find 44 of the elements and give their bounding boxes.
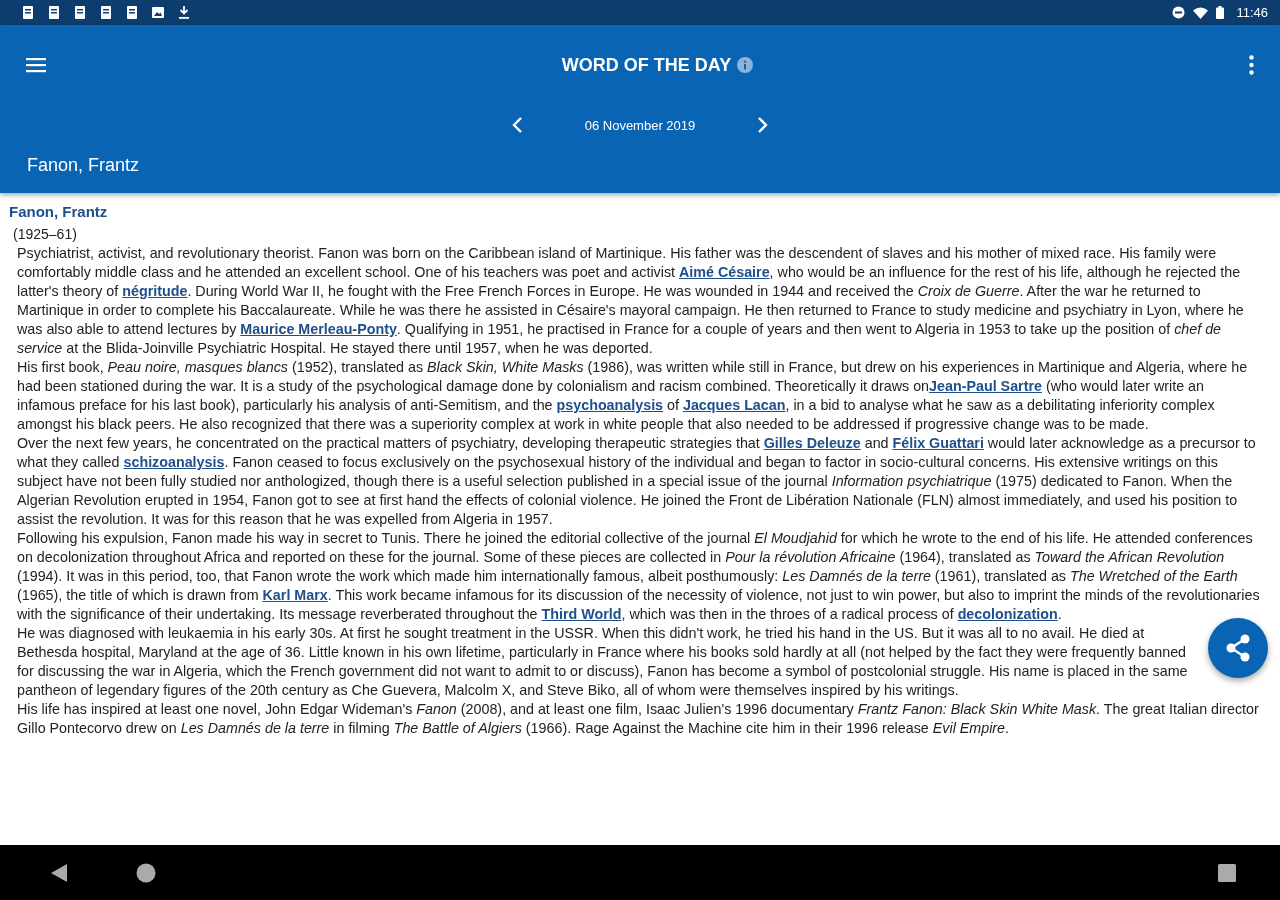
headword-link[interactable]: Fanon, Frantz bbox=[9, 203, 108, 220]
paragraph: He was diagnosed with leukaemia in his early 30s. At first he sought treatment in the USSR. When this didn't work, he tried his hand in the US. But it was all to no avail. He died at Bethesda hospital, Maryland at the age of 36. Little known in his own lifetime, particularly in France where his books sold hardly at all (not helped by the fact they were frequently banned for discussing the war in Algeria, which the French government did not want to admit to or discuss), Fanon has become a symbol of postcolonial struggle. His name is placed in the same pantheon of legendary figures of the 20th century as Che Guevera, Malcolm X, and Steve Biko, all of whom were themselves inspired by his writings. bbox=[17, 624, 1260, 700]
recent-apps-icon bbox=[1218, 863, 1236, 882]
entry-title: Fanon, Frantz bbox=[27, 155, 140, 175]
link[interactable]: Gilles Deleuze bbox=[763, 435, 861, 451]
chevron-left-icon bbox=[511, 116, 523, 134]
link[interactable]: Aimé Césaire bbox=[679, 264, 770, 280]
life-dates: (1925–61) bbox=[13, 226, 78, 242]
link[interactable]: négritude bbox=[122, 283, 188, 299]
paragraph: Over the next few years, he concentrated on the practical matters of psychiatry, developing therapeutic strategies that Gilles Deleuze and Félix Guattari would later acknowledge as a precursor to what they called schizoanalysis. Fanon ceased to focus exclusively on the psychosexual history of the individual and began to factor in socio-cultural concerns. His extensive writings on this subject have not been fully studied nor anthologized, though there is a useful selection published in a special issue of the journal Information psychiatrique (1975) dedicated to Fanon. When the Algerian Revolution erupted in 1954, Fanon got to see at first hand the effects of colonial violence. He joined the Front de Libération Nationale (FLN) almost immediately, and used his position to assist the revolution. It was for this reason that he was expelled from Algeria in 1957. bbox=[17, 434, 1257, 529]
clock-time: 11:46 bbox=[1236, 5, 1268, 20]
document-icon bbox=[22, 6, 34, 19]
date-label: 06 November 2019 bbox=[584, 117, 696, 133]
link[interactable]: decolonization bbox=[957, 606, 1058, 622]
document-icon bbox=[48, 6, 60, 19]
do-not-disturb-icon bbox=[1172, 6, 1186, 19]
paragraph: His first book, Peau noire, masques blancs (1952), translated as Black Skin, White Masks (1986), was written while still in France, but drew on his experiences in Martinique and Algeria, where he had been stationed during the war. It is a study of the psychological damage done by colonialism and racism combined. Theoretically it draws onJean-Paul Sartre (who would later write an infamous preface for his last book), particularly his analysis of anti-Semitism, and the psychoanalysis of Jacques Lacan, in a bid to analyse what he saw as a debilitating inferiority complex amongst his black peers. He also recognized that there was a superiority complex at work in white people that also needed to be addressed if progressive change was to be made. bbox=[17, 358, 1249, 434]
link[interactable]: schizoanalysis bbox=[123, 454, 225, 470]
more-options-icon bbox=[1249, 55, 1254, 75]
link[interactable]: psychoanalysis bbox=[556, 397, 664, 413]
download-icon bbox=[178, 6, 190, 19]
link[interactable]: Jacques Lacan bbox=[682, 397, 786, 413]
chevron-right-icon bbox=[757, 116, 769, 134]
document-icon bbox=[74, 6, 86, 19]
link[interactable]: Third World bbox=[541, 606, 622, 622]
battery-icon bbox=[1216, 6, 1225, 19]
menu-icon bbox=[26, 57, 46, 73]
paragraph: His life has inspired at least one novel, John Edgar Wideman's Fanon (2008), and at least one film, Isaac Julien's 1996 documentary Frantz Fanon: Black Skin White Mask. The great Italian director Gillo Pontecorvo drew on Les Damnés de la terre in filming The Battle of Algiers (1966). Rage Against the Machine cite him in their 1996 release Evil Empire. bbox=[17, 700, 1260, 738]
link[interactable]: Félix Guattari bbox=[892, 435, 984, 451]
document-icon bbox=[100, 6, 112, 19]
paragraph: Following his expulsion, Fanon made his way in secret to Tunis. There he joined the editorial collective of the journal El Moudjahid for which he wrote to the end of his life. He attended conferences on decolonization throughout Africa and reported on these for the journal. Some of these pieces are collected in Pour la révolution Africaine (1964), translated as Toward the African Revolution (1994). It was in this period, too, that Fanon wrote the work which made him internationally famous, albeit posthumously: Les Damnés de la terre (1961), translated as The Wretched of the Earth (1965), the title of which is drawn from Karl Marx. This work became infamous for its discussion of the necessity of violence, not just to win power, but also to imprint the minds of the revolutionaries with the significance of their undertaking. Its message reverberated throughout the Third World, which was then in the throes of a radical process of decolonization. bbox=[17, 529, 1260, 624]
link[interactable]: Maurice Merleau-Ponty bbox=[240, 321, 397, 337]
wifi-icon bbox=[1193, 6, 1209, 19]
app-title: WORD OF THE DAY bbox=[561, 54, 732, 76]
document-icon bbox=[126, 6, 138, 19]
share-button[interactable] bbox=[1208, 618, 1268, 678]
share-icon bbox=[1225, 634, 1251, 662]
image-icon bbox=[152, 6, 164, 19]
link[interactable]: Jean-Paul Sartre bbox=[929, 378, 1042, 394]
back-icon bbox=[50, 862, 68, 883]
home-icon bbox=[136, 862, 156, 883]
link[interactable]: Karl Marx bbox=[262, 587, 328, 603]
paragraph: Psychiatrist, activist, and revolutionary theorist. Fanon was born on the Caribbean island of Martinique. His father was the descendent of slaves and his mother of mixed race. His family were comfortably middle class and he attended an excellent school. One of his teachers was poet and activist Aimé Césaire, who would be an influence for the rest of his life, although he rejected the latter's theory of négritude. During World War II, he fought with the Free French Forces in Europe. He was wounded in 1944 and received the Croix de Guerre. After the war he returned to Martinique in order to complete his Baccalaureate. While he was there he assisted in Césaire's mayoral campaign. He then returned to France to study medicine and psychiatry in Lyon, where he was also able to attend lectures by Maurice Merleau-Ponty. Qualifying in 1951, he practised in France for a couple of years and then went to Algeria in 1953 to take up the position of chef de service at the Blida-Joinville Psychiatric Hospital. He stayed there until 1957, when he was deported. bbox=[17, 244, 1245, 358]
info-icon[interactable] bbox=[737, 57, 754, 73]
